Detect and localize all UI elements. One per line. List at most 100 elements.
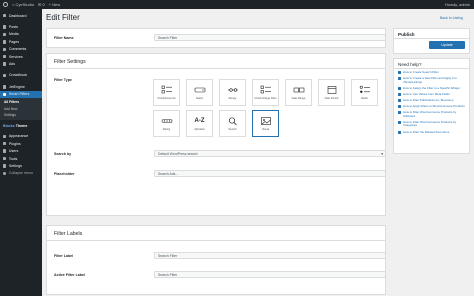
sidebar-item-settings[interactable]: Settings [0, 162, 42, 169]
sidebar-item-media[interactable]: Media [0, 31, 42, 38]
type-card-alphabet[interactable]: A-Z Alphabet [186, 110, 213, 137]
site-name: CyeStudio [15, 2, 34, 7]
chevron-down-icon: ▾ [381, 151, 383, 156]
sidebar-item-smart-filters[interactable]: Smart Filters [0, 90, 42, 98]
sidebar-item-label: Appearance [8, 134, 29, 139]
back-to-listing-link[interactable]: Back to Listing [440, 16, 463, 20]
sidebar-item-pages[interactable]: Pages [0, 38, 42, 45]
sidebar-item-label: Crowdbook [8, 73, 28, 78]
sidebar-item-label: JetEngine [8, 84, 25, 89]
filter-label-value: Search Filter [158, 253, 178, 258]
sidebar-item-comments[interactable]: Comments [0, 46, 42, 53]
sidebar-item-users[interactable]: Users [0, 147, 42, 154]
filter-settings-panel: Filter Settings Filter Type Checkboxes l… [46, 53, 386, 216]
help-link[interactable]: How to Assign the Filter to a Specific W… [394, 86, 469, 91]
dashboard-icon [3, 14, 7, 18]
settings-icon [3, 164, 7, 168]
publish-title: Publish [394, 29, 469, 39]
help-link[interactable]: How to Apply Filters to WooCommerce Prod… [394, 104, 469, 109]
active-filter-label-input[interactable]: Search Filter [154, 271, 386, 278]
jetengine-icon [3, 85, 7, 89]
type-card-checkboxes[interactable]: Checkboxes list [153, 79, 180, 106]
active-filter-label-value: Search Filter [158, 272, 178, 277]
crowdbook-icon [3, 73, 7, 78]
date-range-icon [293, 85, 305, 95]
filter-labels-panel: Filter Labels Filter Label Search Filter… [46, 225, 386, 295]
type-card-label: Range [228, 96, 237, 100]
filter-name-label: Filter Name [54, 36, 74, 40]
submenu-add-new[interactable]: Add New [0, 106, 42, 113]
sidebar-item-label: Ads [8, 62, 16, 67]
new-content-link[interactable]: + New [49, 2, 60, 7]
type-card-label: Check Range Filter [254, 96, 277, 100]
sidebar-item-services[interactable]: Services [0, 53, 42, 60]
sidebar-item-posts[interactable]: Posts [0, 23, 42, 30]
document-icon [398, 111, 401, 115]
collapse-menu-button[interactable]: Collapse menu [0, 170, 42, 177]
help-link[interactable]: How to Filter the Related Post Items [394, 130, 469, 135]
sidebar-item-label: Services [8, 54, 23, 59]
type-card-label: Radio [361, 96, 368, 100]
comments-link[interactable]: ✉ 0 [38, 2, 45, 7]
filter-label-label: Filter Label [54, 254, 74, 258]
sidebar-item-plugins[interactable]: Plugins [0, 140, 42, 147]
help-link[interactable]: How to Use Values from Meta Fields [394, 92, 469, 97]
type-card-label: Rating [162, 127, 171, 131]
filter-name-input[interactable]: Search Filter [154, 34, 386, 41]
publish-box: Publish Update [393, 28, 470, 54]
help-link[interactable]: How to Create a New Filter and Apply It … [394, 76, 469, 84]
type-card-search[interactable]: Search [219, 110, 246, 137]
type-card-range[interactable]: Range [219, 79, 246, 106]
type-card-label: Visual [261, 127, 270, 131]
type-card-radio[interactable]: Radio [351, 79, 378, 106]
type-card-label: Alphabet [194, 127, 205, 131]
sidebar-item-appearance[interactable]: Appearance [0, 133, 42, 140]
site-name-link[interactable]: ⌂ CyeStudio [12, 2, 34, 7]
sidebar-item-tools[interactable]: Tools [0, 155, 42, 162]
document-icon [398, 87, 401, 91]
visual-icon [260, 116, 272, 126]
filter-name-panel: Filter Name Search Filter [46, 28, 386, 48]
pages-icon [3, 40, 7, 44]
type-card-visual[interactable]: Visual [252, 110, 279, 137]
comments-count: 0 [42, 2, 45, 7]
radio-icon [359, 85, 371, 95]
search-by-select[interactable]: Default WordPress search ▾ [154, 150, 386, 157]
type-card-rating[interactable]: Rating [153, 110, 180, 137]
sidebar-item-dashboard[interactable]: Dashboard [0, 12, 42, 19]
help-link[interactable]: How to Filter Publications by Taxonomy [394, 98, 469, 103]
sidebar-item-jetengine[interactable]: JetEngine [0, 83, 42, 90]
sidebar-item-label: Dashboard [8, 13, 27, 18]
filter-label-input[interactable]: Search Filter [154, 252, 386, 259]
filter-labels-title: Filter Labels [47, 226, 385, 241]
services-icon [3, 54, 7, 59]
document-icon [398, 99, 401, 103]
sidebar-item-ads[interactable]: Ads [0, 60, 42, 67]
alphabet-icon: A-Z [194, 118, 205, 125]
sidebar-item-crowdbook[interactable]: Crowdbook [0, 72, 42, 79]
type-card-check-range[interactable]: Check Range Filter [252, 79, 279, 106]
help-link[interactable]: How to Filter WooCommerce Products by Ca… [394, 120, 469, 128]
theme-brand[interactable]: Blocks Theme [0, 123, 42, 130]
submenu-settings[interactable]: Settings [0, 112, 42, 119]
posts-icon [3, 25, 7, 29]
admin-sidebar: Dashboard Posts Media Pages Comments Ser… [0, 9, 42, 296]
wordpress-logo-icon[interactable] [3, 2, 8, 7]
document-icon [398, 105, 401, 109]
help-link[interactable]: How to Create Search Filter [394, 70, 469, 75]
type-card-date-period[interactable]: Date Period [318, 79, 345, 106]
help-link[interactable]: How to Filter WooCommerce Products by At… [394, 110, 469, 118]
smart-filters-submenu: All Filters Add New Settings [0, 97, 42, 120]
help-box: Need help? How to Create Search Filter H… [393, 58, 470, 154]
submenu-all-filters[interactable]: All Filters [0, 99, 42, 106]
type-card-date-range[interactable]: Date Range [285, 79, 312, 106]
type-card-label: Checkboxes list [157, 96, 176, 100]
sidebar-item-label: Pages [8, 39, 20, 44]
sidebar-item-label: Settings [8, 163, 22, 168]
document-icon [398, 71, 401, 75]
type-card-select[interactable]: Select [186, 79, 213, 106]
placeholder-input[interactable]: Search Ads... [154, 170, 386, 177]
update-button[interactable]: Update [429, 41, 465, 49]
type-card-label: Search [228, 127, 237, 131]
account-greeting[interactable]: Howdy, admin [445, 2, 470, 7]
